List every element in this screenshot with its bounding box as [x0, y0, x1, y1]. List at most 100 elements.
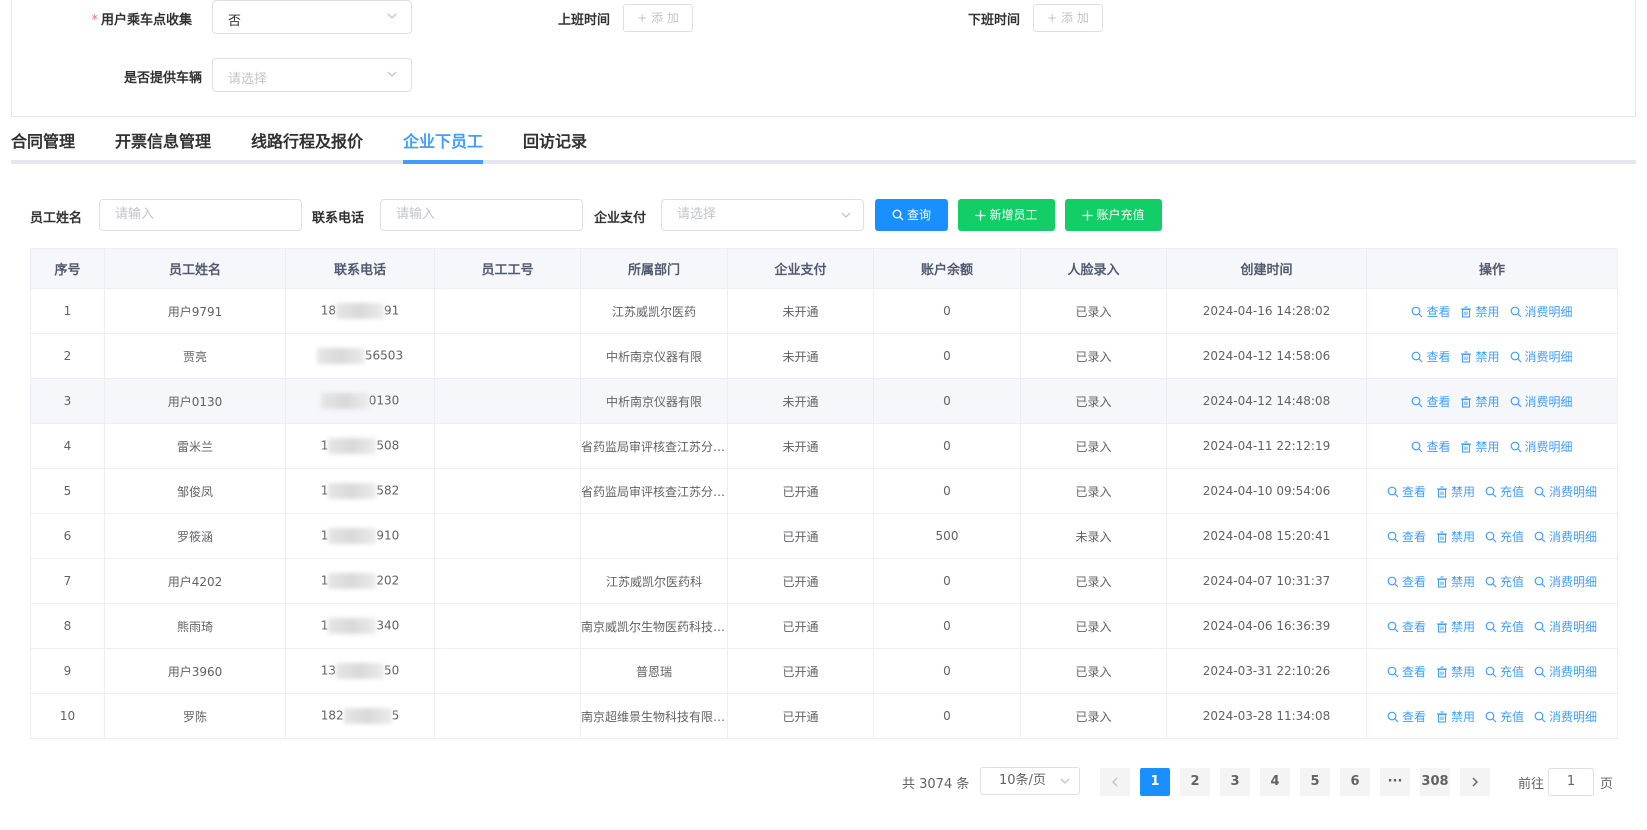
consumption-detail-button[interactable]: 消费明细 — [1534, 710, 1597, 724]
column-header: 联系电话 — [285, 248, 435, 289]
query-button[interactable]: 查询 — [875, 199, 948, 231]
search-icon — [1412, 306, 1423, 317]
recharge-row-button[interactable]: 充值 — [1485, 710, 1524, 724]
recharge-row-button[interactable]: 充值 — [1485, 620, 1524, 634]
pay-filter-label: 企业支付 — [594, 211, 647, 226]
tab-contract[interactable]: 合同管理 — [11, 128, 75, 164]
disable-button[interactable]: 禁用 — [1436, 575, 1475, 589]
row-number: 6 — [30, 513, 105, 559]
created-time: 2024-04-06 16:36:39 — [1166, 603, 1367, 649]
view-button[interactable]: 查看 — [1411, 395, 1450, 409]
goto-page-input[interactable]: 1 — [1548, 768, 1594, 796]
page-6[interactable]: 6 — [1340, 768, 1370, 796]
pickup-select[interactable]: 否 — [212, 0, 412, 34]
page-1[interactable]: 1 — [1140, 768, 1170, 796]
trash-icon — [1461, 440, 1472, 453]
page-4[interactable]: 4 — [1260, 768, 1290, 796]
consumption-detail-button[interactable]: 消费明细 — [1510, 305, 1573, 319]
column-header: 操作 — [1366, 248, 1618, 289]
employee-id — [434, 693, 581, 739]
table-row: 3 用户0130 0130 中析南京仪器有限 未开通 0 已录入 2024-04-12 14:… — [30, 378, 1618, 424]
search-icon — [1387, 666, 1399, 677]
view-button[interactable]: 查看 — [1387, 485, 1426, 499]
trash-icon — [1436, 530, 1447, 543]
view-button[interactable]: 查看 — [1387, 620, 1426, 634]
disable-button[interactable]: 禁用 — [1460, 305, 1500, 319]
view-button[interactable]: 查看 — [1411, 350, 1450, 364]
employee-name: 用户3960 — [104, 648, 286, 694]
work-start-add-button[interactable]: + 添 加 — [623, 4, 693, 32]
consumption-detail-button[interactable]: 消费明细 — [1510, 395, 1573, 409]
view-button[interactable]: 查看 — [1387, 575, 1426, 589]
view-button[interactable]: 查看 — [1387, 530, 1426, 544]
view-button[interactable]: 查看 — [1411, 305, 1450, 319]
recharge-row-button[interactable]: 充值 — [1485, 485, 1524, 499]
disable-button[interactable]: 禁用 — [1460, 395, 1500, 409]
next-page-button[interactable] — [1460, 768, 1490, 796]
tab-employees[interactable]: 企业下员工 — [403, 128, 483, 164]
page-size-select[interactable]: 10条/页 — [980, 767, 1080, 795]
recharge-row-button[interactable]: 充值 — [1485, 665, 1524, 679]
disable-button[interactable]: 禁用 — [1436, 710, 1475, 724]
trash-icon — [1436, 620, 1447, 633]
vehicle-select[interactable]: 请选择 — [212, 58, 412, 92]
disable-button[interactable]: 禁用 — [1436, 485, 1475, 499]
recharge-row-button[interactable]: 充值 — [1485, 575, 1524, 589]
search-icon — [1485, 576, 1497, 587]
face-status: 已录入 — [1020, 603, 1167, 649]
face-status: 已录入 — [1020, 693, 1167, 739]
phone-redaction — [336, 663, 384, 679]
phone-cell: 1 910 — [285, 513, 435, 559]
disable-button[interactable]: 禁用 — [1460, 350, 1500, 364]
consumption-detail-button[interactable]: 消费明细 — [1534, 530, 1597, 544]
trash-icon — [1461, 305, 1472, 318]
row-number: 8 — [30, 603, 105, 649]
page-2[interactable]: 2 — [1180, 768, 1210, 796]
vehicle-select-placeholder: 请选择 — [228, 72, 268, 87]
account-balance: 0 — [873, 288, 1021, 334]
face-status: 已录入 — [1020, 558, 1167, 604]
work-end-add-button[interactable]: + 添 加 — [1033, 4, 1103, 32]
disable-button[interactable]: 禁用 — [1436, 620, 1475, 634]
recharge-row-button[interactable]: 充值 — [1485, 530, 1524, 544]
recharge-button[interactable]: 账户充值 — [1065, 199, 1162, 231]
consumption-detail-button[interactable]: 消费明细 — [1534, 620, 1597, 634]
pay-filter-select[interactable]: 请选择 — [661, 199, 864, 231]
phone-prefix: 1 — [320, 573, 329, 588]
search-icon — [1485, 711, 1497, 722]
phone-cell: 1 202 — [285, 558, 435, 604]
disable-button[interactable]: 禁用 — [1436, 665, 1475, 679]
consumption-detail-button[interactable]: 消费明细 — [1534, 485, 1597, 499]
page-last[interactable]: 308 — [1420, 768, 1450, 796]
disable-button[interactable]: 禁用 — [1460, 440, 1500, 454]
face-status: 已录入 — [1020, 423, 1167, 469]
add-employee-button[interactable]: 新增员工 — [958, 199, 1055, 231]
row-actions: 查看 禁用 充值 消费明细 — [1366, 468, 1618, 514]
search-icon — [892, 209, 904, 221]
tab-invoice[interactable]: 开票信息管理 — [115, 128, 211, 164]
page-5[interactable]: 5 — [1300, 768, 1330, 796]
consumption-detail-button[interactable]: 消费明细 — [1510, 440, 1573, 454]
view-button[interactable]: 查看 — [1387, 710, 1426, 724]
consumption-detail-button[interactable]: 消费明细 — [1534, 665, 1597, 679]
tab-route-quote[interactable]: 线路行程及报价 — [251, 128, 363, 164]
face-status: 已录入 — [1020, 468, 1167, 514]
disable-button[interactable]: 禁用 — [1436, 530, 1475, 544]
tab-visit-records[interactable]: 回访记录 — [523, 128, 587, 164]
prev-page-button[interactable] — [1100, 768, 1130, 796]
department: 江苏威凯尔医药科 — [580, 558, 728, 604]
column-header: 人脸录入 — [1020, 248, 1167, 289]
view-button[interactable]: 查看 — [1411, 440, 1450, 454]
consumption-detail-button[interactable]: 消费明细 — [1534, 575, 1597, 589]
phone-cell: 182 5 — [285, 693, 435, 739]
search-icon — [1534, 711, 1546, 722]
consumption-detail-button[interactable]: 消费明细 — [1510, 350, 1573, 364]
phone-cell: 1 340 — [285, 603, 435, 649]
view-button[interactable]: 查看 — [1387, 665, 1426, 679]
search-icon — [1534, 621, 1546, 632]
pagination-ellipsis[interactable]: ··· — [1380, 768, 1410, 796]
phone-filter-input[interactable]: 请输入 — [380, 199, 583, 231]
name-filter-input[interactable]: 请输入 — [99, 199, 302, 231]
chevron-down-icon — [1060, 778, 1070, 784]
page-3[interactable]: 3 — [1220, 768, 1250, 796]
